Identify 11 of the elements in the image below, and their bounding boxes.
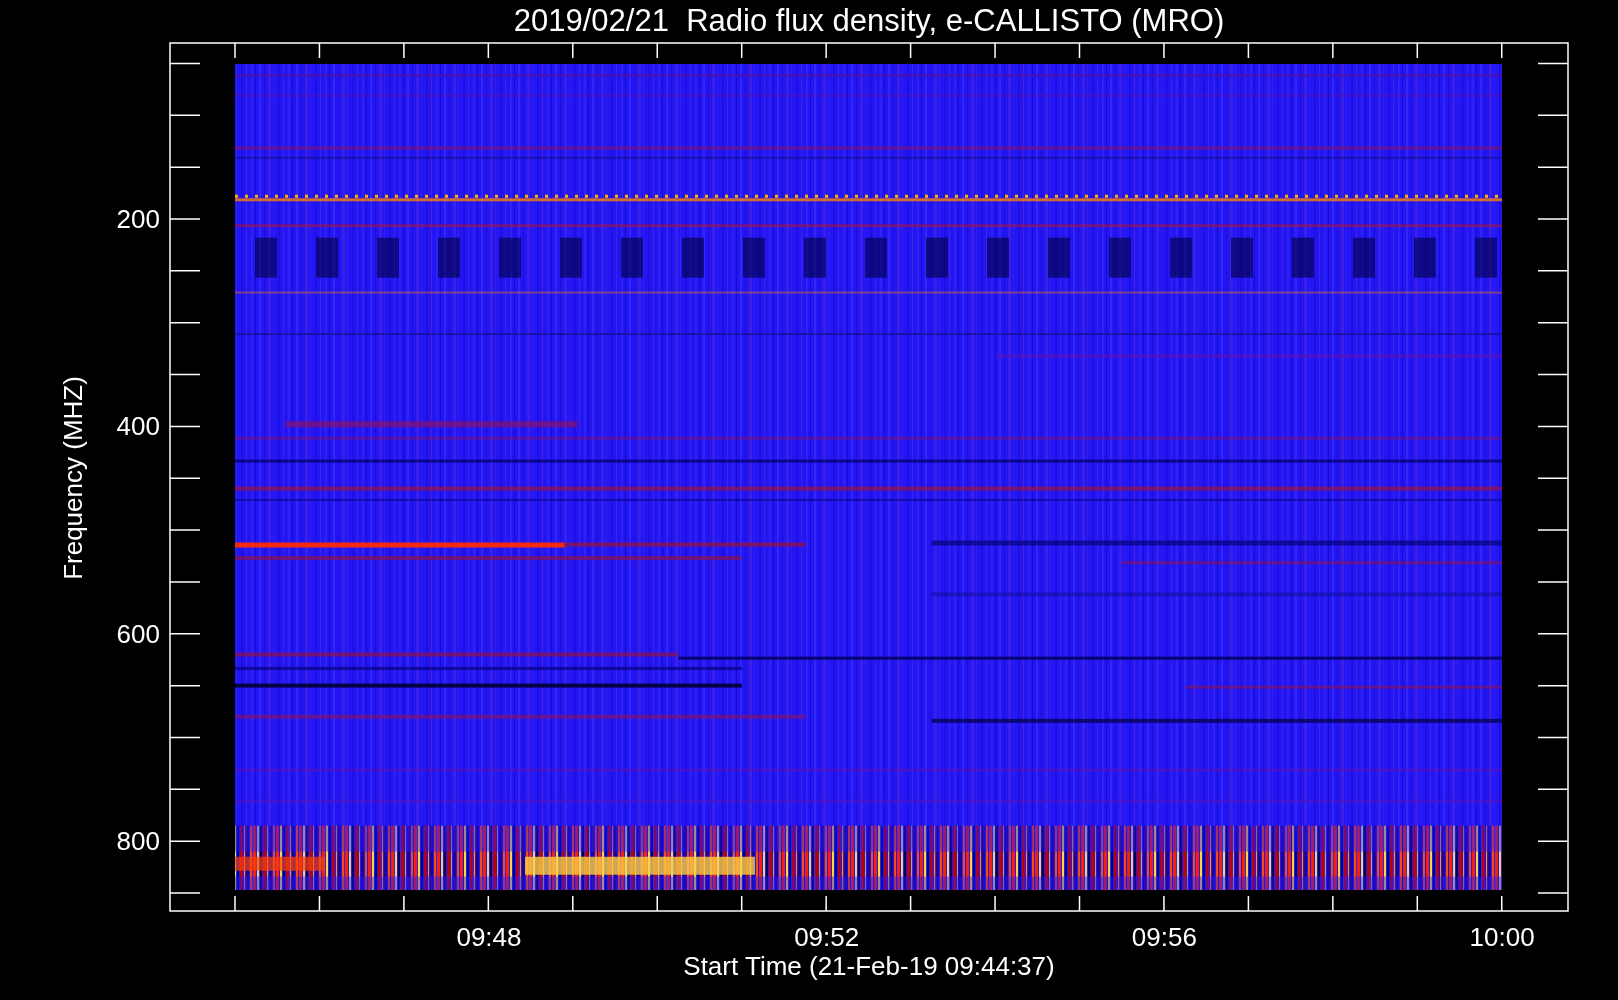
y-tick-label: 200 [116,204,160,234]
y-axis-title: Frequency (MHZ) [58,376,88,580]
chart-title: 2019/02/21 Radio flux density, e-CALLISTO (MRO) [513,3,1225,38]
x-tick-label: 09:52 [794,922,860,952]
y-tick-label: 600 [116,618,160,649]
x-tick-label: 09:48 [456,922,522,952]
y-tick-label: 400 [116,411,160,442]
x-axis-title: Start Time (21-Feb-19 09:44:37) [683,951,1055,981]
x-tick-label: 10:00 [1469,922,1535,952]
y-tick-label: 800 [116,826,160,857]
x-tick-label: 09:56 [1131,922,1197,952]
